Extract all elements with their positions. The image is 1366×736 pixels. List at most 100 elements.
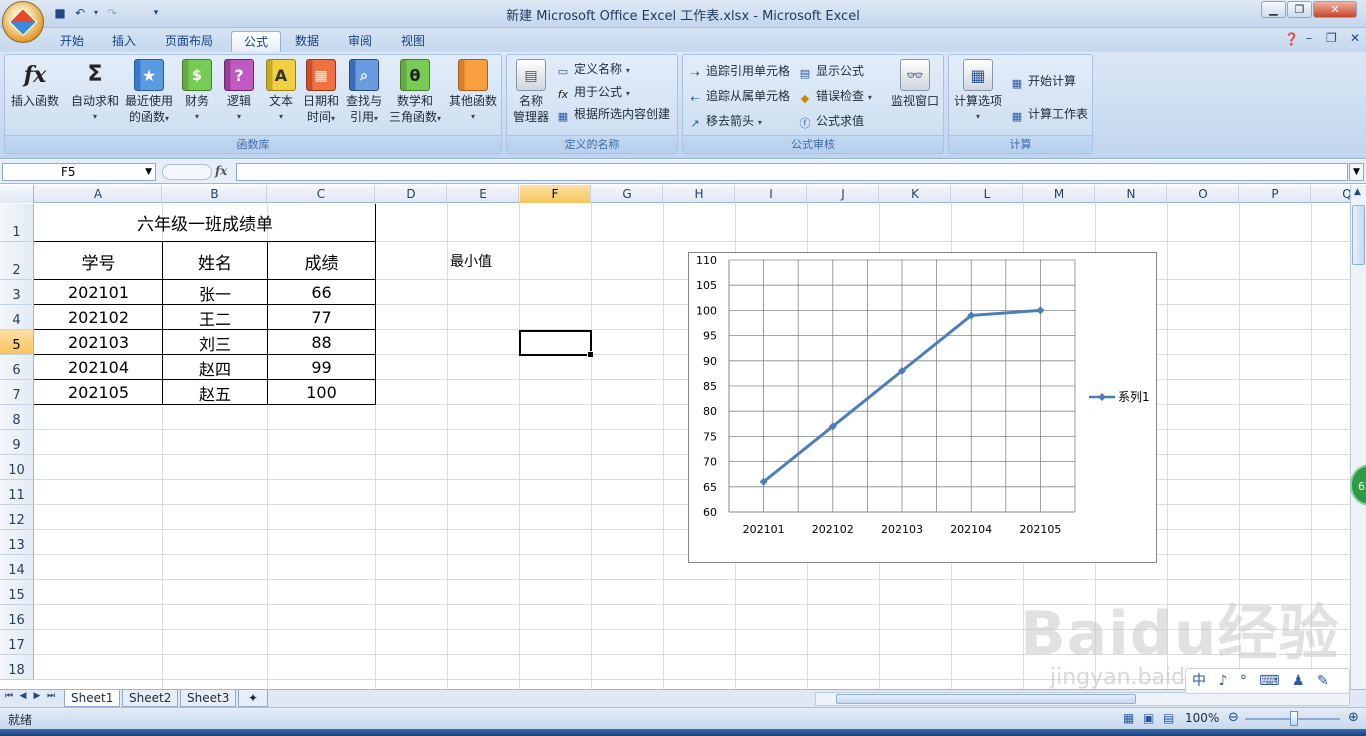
help-icon[interactable]: ❓ <box>1284 32 1299 46</box>
select-all-corner[interactable] <box>0 185 34 203</box>
row-header[interactable]: 15 <box>0 580 34 605</box>
expand-formula-bar-icon[interactable]: ▼ <box>1349 163 1364 181</box>
row-header[interactable]: 13 <box>0 530 34 555</box>
table-cell[interactable]: 99 <box>268 355 375 380</box>
column-header[interactable]: L <box>952 185 1023 203</box>
column-header[interactable]: A <box>35 185 162 203</box>
office-button[interactable] <box>2 1 44 43</box>
ribbon-minimize-icon[interactable]: – <box>1306 31 1312 45</box>
sheet-tab-sheet3[interactable]: Sheet3 <box>180 690 237 707</box>
lookup-reference-button[interactable]: ⌕ 查找与 引用▾ <box>343 59 385 127</box>
normal-view-icon[interactable]: ▦ <box>1123 711 1134 725</box>
tab-home[interactable]: 开始 <box>48 31 96 52</box>
watch-window-button[interactable]: 👓 监视窗口 <box>887 59 943 109</box>
logical-button[interactable]: ? 逻辑 ▾ <box>219 59 259 125</box>
calculate-now-button[interactable]: ▦ 开始计算 <box>1009 71 1076 91</box>
table-cell[interactable]: 赵五 <box>163 380 267 405</box>
row-header[interactable]: 17 <box>0 630 34 655</box>
zoom-out-icon[interactable]: ⊖ <box>1228 710 1239 725</box>
row-header[interactable]: 4 <box>0 305 34 330</box>
table-cell[interactable]: 77 <box>268 305 375 330</box>
header-student-id[interactable]: 学号 <box>35 242 162 280</box>
insert-sheet-icon[interactable]: ✦ <box>238 690 268 707</box>
row-header[interactable]: 9 <box>0 430 34 455</box>
scroll-up-icon[interactable]: ▲ <box>1354 187 1361 197</box>
column-header[interactable]: P <box>1240 185 1311 203</box>
error-checking-button[interactable]: ◆ 错误检查 ▾ <box>797 86 872 106</box>
tab-page-layout[interactable]: 页面布局 <box>153 31 225 52</box>
datetime-button[interactable]: ▦ 日期和 时间▾ <box>301 59 341 127</box>
calculate-sheet-button[interactable]: ▦ 计算工作表 <box>1009 104 1088 124</box>
tab-formulas[interactable]: 公式 <box>231 31 282 52</box>
column-header[interactable]: C <box>268 185 375 203</box>
remove-arrows-button[interactable]: ↗ 移去箭头 ▾ <box>687 111 761 131</box>
tab-insert[interactable]: 插入 <box>100 31 148 52</box>
table-cell[interactable]: 张一 <box>163 280 267 305</box>
row-header[interactable]: 2 <box>0 242 34 280</box>
evaluate-formula-button[interactable]: ⓕ 公式求值 <box>797 111 865 131</box>
column-header[interactable]: I <box>736 185 807 203</box>
autosum-button[interactable]: Σ 自动求和 ▾ <box>67 59 123 125</box>
sheet-tab-sheet2[interactable]: Sheet2 <box>122 690 179 707</box>
name-box-dropdown-icon[interactable]: ▼ <box>145 164 152 180</box>
row-header[interactable]: 14 <box>0 555 34 580</box>
column-header[interactable]: F <box>520 185 591 203</box>
formula-input[interactable] <box>236 163 1348 181</box>
table-cell[interactable]: 202101 <box>35 280 162 305</box>
more-functions-button[interactable]: 其他函数 ▾ <box>445 59 501 125</box>
prev-sheet-icon[interactable]: ◀ <box>18 691 28 701</box>
calculation-options-button[interactable]: ▦ 计算选项 ▾ <box>951 59 1005 125</box>
row-header[interactable]: 3 <box>0 280 34 305</box>
row-header[interactable]: 1 <box>0 204 34 242</box>
table-cell[interactable]: 王二 <box>163 305 267 330</box>
table-cell[interactable]: 赵四 <box>163 355 267 380</box>
trace-precedents-button[interactable]: ⇢ 追踪引用单元格 <box>687 61 790 81</box>
row-header[interactable]: 10 <box>0 455 34 480</box>
column-header[interactable]: K <box>880 185 951 203</box>
define-name-button[interactable]: ▭ 定义名称 ▾ <box>555 59 630 79</box>
ime-toolbar[interactable]: 中 ♪ ° ⌨ ♟ ✎ <box>1185 668 1350 694</box>
tab-review[interactable]: 审阅 <box>336 31 384 52</box>
column-header[interactable]: O <box>1168 185 1239 203</box>
ribbon-close-icon[interactable]: ✕ <box>1350 31 1360 45</box>
row-header[interactable]: 12 <box>0 505 34 530</box>
restore-button[interactable]: ❐ <box>1287 1 1312 18</box>
table-cell[interactable]: 100 <box>268 380 375 405</box>
table-cell[interactable]: 202104 <box>35 355 162 380</box>
table-cell[interactable]: 88 <box>268 330 375 355</box>
table-cell[interactable]: 202102 <box>35 305 162 330</box>
name-manager-button[interactable]: ▤ 名称 管理器 <box>509 59 553 125</box>
table-cell[interactable]: 刘三 <box>163 330 267 355</box>
math-trig-button[interactable]: θ 数学和 三角函数▾ <box>387 59 443 127</box>
horizontal-scrollbar[interactable] <box>815 692 1350 706</box>
tab-view[interactable]: 视图 <box>389 31 437 52</box>
row-header[interactable]: 7 <box>0 380 34 405</box>
row-header[interactable]: 8 <box>0 405 34 430</box>
ribbon-restore-icon[interactable]: ❐ <box>1326 31 1337 45</box>
vertical-scroll-thumb[interactable] <box>1352 205 1365 265</box>
page-break-view-icon[interactable]: ▤ <box>1163 711 1174 725</box>
table-cell[interactable]: 202105 <box>35 380 162 405</box>
row-header[interactable]: 5 <box>0 330 34 355</box>
trace-dependents-button[interactable]: ⇠ 追踪从属单元格 <box>687 86 790 106</box>
row-header[interactable]: 11 <box>0 480 34 505</box>
zoom-in-icon[interactable]: ⊕ <box>1348 710 1359 725</box>
sheet-tab-sheet1[interactable]: Sheet1 <box>64 690 121 707</box>
recent-functions-button[interactable]: ★ 最近使用 的函数▾ <box>121 59 177 127</box>
zoom-slider-thumb[interactable] <box>1290 711 1298 726</box>
first-sheet-icon[interactable]: ⏮ <box>4 691 14 701</box>
column-header[interactable]: B <box>163 185 267 203</box>
create-from-selection-button[interactable]: ▦ 根据所选内容创建 <box>555 104 670 124</box>
table-cell[interactable]: 202103 <box>35 330 162 355</box>
next-sheet-icon[interactable]: ▶ <box>32 691 42 701</box>
column-header[interactable]: M <box>1024 185 1095 203</box>
header-score[interactable]: 成绩 <box>268 242 375 280</box>
row-header[interactable]: 6 <box>0 355 34 380</box>
use-in-formula-button[interactable]: fx 用于公式 ▾ <box>555 82 630 102</box>
column-header[interactable]: E <box>448 185 519 203</box>
financial-button[interactable]: $ 财务 ▾ <box>177 59 217 125</box>
show-formulas-button[interactable]: ▤ 显示公式 <box>797 61 864 81</box>
page-layout-view-icon[interactable]: ▣ <box>1143 711 1154 725</box>
column-header[interactable]: H <box>664 185 735 203</box>
tab-data[interactable]: 数据 <box>283 31 331 52</box>
